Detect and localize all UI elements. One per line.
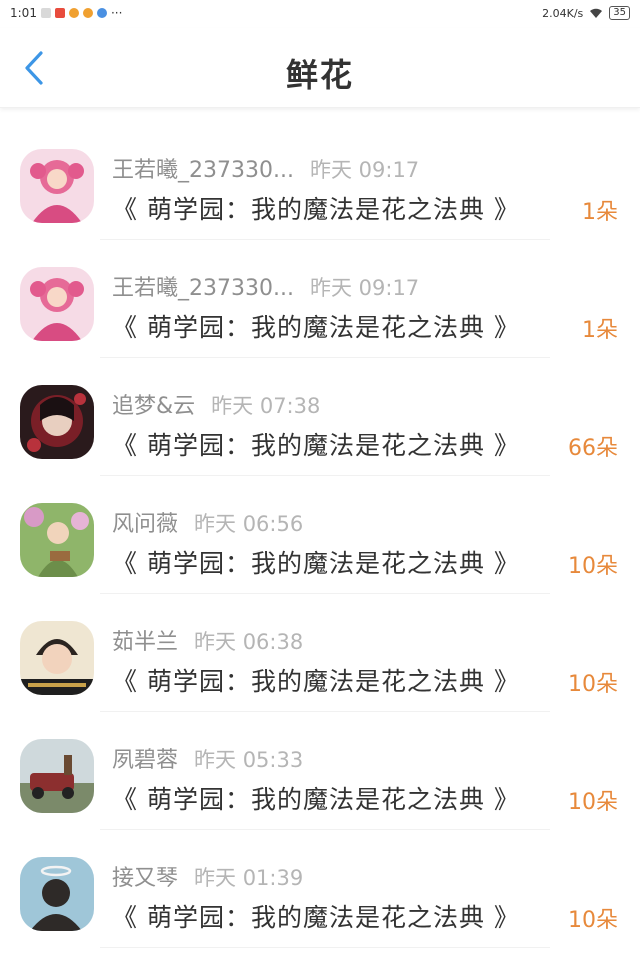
item-meta: 风问薇 昨天 06:56	[112, 506, 303, 538]
list-item[interactable]: 接又琴 昨天 01:39 《 萌学园：我的魔法是花之法典 》 10朵	[0, 830, 640, 948]
item-meta: 王若曦_237330... 昨天 09:17	[112, 152, 419, 184]
item-meta: 接又琴 昨天 01:39	[112, 860, 303, 892]
page-title: 鲜花	[285, 56, 354, 94]
book-title[interactable]: 《 萌学园：我的魔法是花之法典 》	[112, 662, 520, 698]
list-item[interactable]: 茹半兰 昨天 06:38 《 萌学园：我的魔法是花之法典 》 10朵	[0, 594, 640, 712]
timestamp: 昨天 09:17	[309, 276, 420, 300]
avatar[interactable]	[20, 385, 94, 459]
list-item[interactable]: 追梦&云 昨天 07:38 《 萌学园：我的魔法是花之法典 》 66朵	[0, 358, 640, 476]
flower-count: 10朵	[568, 672, 618, 697]
book-title[interactable]: 《 萌学园：我的魔法是花之法典 》	[112, 190, 520, 226]
more-notifications-icon: ···	[110, 6, 123, 20]
user-name[interactable]: 追梦&云	[112, 388, 195, 420]
wifi-icon	[590, 8, 603, 18]
nav-bar: 鲜花	[0, 28, 640, 108]
net-speed: 2.04K/s	[542, 6, 584, 20]
avatar[interactable]	[20, 739, 94, 813]
avatar[interactable]	[20, 621, 94, 695]
book-title[interactable]: 《 萌学园：我的魔法是花之法典 》	[112, 898, 520, 934]
browser-icon	[96, 8, 107, 18]
item-meta: 追梦&云 昨天 07:38	[112, 388, 320, 420]
avatar[interactable]	[20, 267, 94, 341]
weibo-icon	[68, 8, 79, 18]
status-left: 1:01 ···	[10, 6, 122, 20]
user-name[interactable]: 王若曦_237330...	[112, 152, 294, 184]
flower-count: 10朵	[568, 908, 618, 933]
avatar[interactable]	[20, 857, 94, 931]
book-title[interactable]: 《 萌学园：我的魔法是花之法典 》	[112, 308, 520, 344]
item-meta: 王若曦_237330... 昨天 09:17	[112, 270, 419, 302]
user-name[interactable]: 茹半兰	[112, 624, 178, 656]
avatar[interactable]	[20, 149, 94, 223]
list-item[interactable]: 风问薇 昨天 06:56 《 萌学园：我的魔法是花之法典 》 10朵	[0, 476, 640, 594]
app-notification-icon	[40, 8, 51, 18]
list-item[interactable]: 夙碧蓉 昨天 05:33 《 萌学园：我的魔法是花之法典 》 10朵	[0, 712, 640, 830]
book-title[interactable]: 《 萌学园：我的魔法是花之法典 》	[112, 780, 520, 816]
user-name[interactable]: 夙碧蓉	[112, 742, 178, 774]
book-title[interactable]: 《 萌学园：我的魔法是花之法典 》	[112, 426, 520, 462]
status-right: 2.04K/s 35	[542, 6, 630, 20]
book-title[interactable]: 《 萌学园：我的魔法是花之法典 》	[112, 544, 520, 580]
flower-count: 1朵	[582, 318, 618, 343]
timestamp: 昨天 01:39	[194, 866, 304, 890]
item-meta: 夙碧蓉 昨天 05:33	[112, 742, 303, 774]
item-meta: 茹半兰 昨天 06:38	[112, 624, 303, 656]
timestamp: 昨天 05:33	[194, 748, 304, 772]
flower-count: 10朵	[568, 554, 618, 579]
timestamp: 昨天 06:56	[194, 512, 304, 536]
timestamp: 昨天 07:38	[211, 394, 321, 418]
timestamp: 昨天 06:38	[194, 630, 304, 654]
avatar[interactable]	[20, 503, 94, 577]
flower-count: 1朵	[582, 200, 618, 225]
app-notification-icon	[54, 8, 65, 18]
status-time: 1:01	[10, 6, 37, 20]
user-name[interactable]: 风问薇	[112, 506, 178, 538]
user-name[interactable]: 王若曦_237330...	[112, 270, 294, 302]
user-name[interactable]: 接又琴	[112, 860, 178, 892]
list-item[interactable]: 王若曦_237330... 昨天 09:17 《 萌学园：我的魔法是花之法典 》…	[0, 240, 640, 358]
flower-gift-list: 王若曦_237330... 昨天 09:17 《 萌学园：我的魔法是花之法典 》…	[0, 122, 640, 948]
timestamp: 昨天 09:17	[309, 158, 420, 182]
battery-icon: 35	[609, 6, 630, 20]
divider	[100, 947, 550, 948]
status-bar: 1:01 ··· 2.04K/s 35	[0, 0, 640, 26]
list-item[interactable]: 王若曦_237330... 昨天 09:17 《 萌学园：我的魔法是花之法典 》…	[0, 122, 640, 240]
weibo-icon	[82, 8, 93, 18]
flower-count: 66朵	[568, 436, 618, 461]
flower-count: 10朵	[568, 790, 618, 815]
